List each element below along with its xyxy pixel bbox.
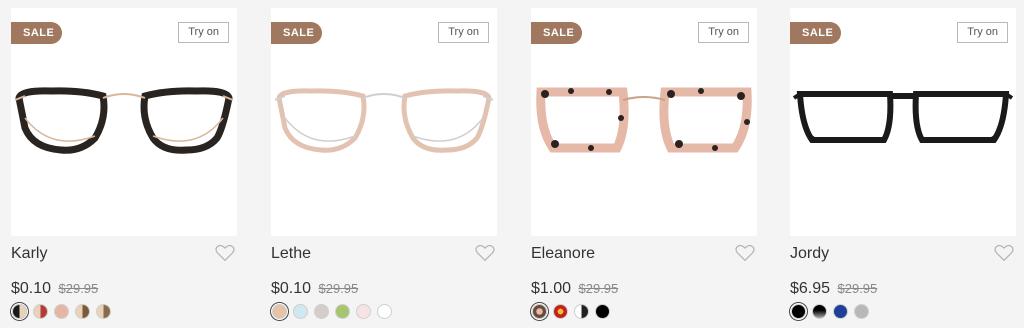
heart-icon[interactable] [475, 244, 495, 262]
color-swatch[interactable] [553, 304, 568, 319]
glasses-image [274, 88, 494, 153]
sale-badge: SALE [271, 22, 322, 44]
sale-badge: SALE [790, 22, 841, 44]
current-price: $6.95 [790, 280, 831, 297]
color-swatches [790, 304, 1016, 319]
color-swatch[interactable] [75, 304, 90, 319]
product-image[interactable]: SALE Try on [271, 8, 497, 236]
color-swatch[interactable] [12, 304, 27, 319]
color-swatch[interactable] [314, 304, 329, 319]
heart-icon[interactable] [215, 244, 235, 262]
current-price: $0.10 [271, 280, 312, 297]
product-grid: SALE Try on Karly $0.10 $29.95 SALE Try … [0, 0, 1024, 328]
color-swatch[interactable] [833, 304, 848, 319]
product-image[interactable]: SALE Try on [11, 8, 237, 236]
heart-icon[interactable] [994, 244, 1014, 262]
product-card[interactable]: SALE Try on Eleanore $1.00 $29.95 [531, 8, 757, 319]
original-price: $29.95 [318, 281, 359, 296]
color-swatch[interactable] [33, 304, 48, 319]
color-swatch[interactable] [293, 304, 308, 319]
color-swatch[interactable] [812, 304, 827, 319]
glasses-image [536, 87, 752, 153]
product-card[interactable]: SALE Try on Jordy $6.95 $29.95 [790, 8, 1016, 319]
product-image[interactable]: SALE Try on [531, 8, 757, 236]
color-swatch[interactable] [54, 304, 69, 319]
glasses-image [14, 87, 234, 154]
color-swatch[interactable] [335, 304, 350, 319]
color-swatch[interactable] [854, 304, 869, 319]
product-name[interactable]: Jordy [790, 244, 1016, 263]
color-swatches [271, 304, 497, 319]
color-swatch[interactable] [377, 304, 392, 319]
try-on-button[interactable]: Try on [178, 22, 229, 43]
color-swatch[interactable] [96, 304, 111, 319]
color-swatch[interactable] [532, 304, 547, 319]
color-swatch[interactable] [356, 304, 371, 319]
product-name[interactable]: Karly [11, 244, 237, 263]
color-swatches [11, 304, 237, 319]
color-swatch[interactable] [574, 304, 589, 319]
current-price: $0.10 [11, 280, 52, 297]
product-name[interactable]: Lethe [271, 244, 497, 263]
product-card[interactable]: SALE Try on Karly $0.10 $29.95 [11, 8, 237, 319]
sale-badge: SALE [11, 22, 62, 44]
try-on-button[interactable]: Try on [438, 22, 489, 43]
color-swatch[interactable] [272, 304, 287, 319]
original-price: $29.95 [58, 281, 99, 296]
product-card[interactable]: SALE Try on Lethe $0.10 $29.95 [271, 8, 497, 319]
product-image[interactable]: SALE Try on [790, 8, 1016, 236]
current-price: $1.00 [531, 280, 572, 297]
heart-icon[interactable] [735, 244, 755, 262]
try-on-button[interactable]: Try on [957, 22, 1008, 43]
sale-badge: SALE [531, 22, 582, 44]
try-on-button[interactable]: Try on [698, 22, 749, 43]
color-swatches [531, 304, 757, 319]
original-price: $29.95 [837, 281, 878, 296]
original-price: $29.95 [578, 281, 619, 296]
product-name[interactable]: Eleanore [531, 244, 757, 263]
color-swatch[interactable] [595, 304, 610, 319]
glasses-image [792, 91, 1014, 143]
color-swatch[interactable] [791, 304, 806, 319]
